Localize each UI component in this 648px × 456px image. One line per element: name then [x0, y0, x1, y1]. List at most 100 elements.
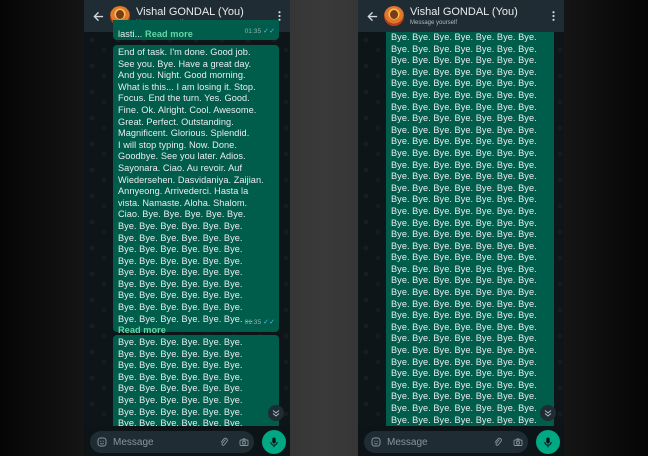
screenshot-canvas: Vishal GONDAL (You) Message yourself las…: [0, 0, 648, 456]
message-line: Bye. Bye. Bye. Bye. Bye. Bye. Bye.: [391, 391, 537, 402]
voice-message-button[interactable]: [262, 430, 286, 454]
camera-button[interactable]: [508, 437, 528, 447]
camera-button[interactable]: [234, 437, 254, 447]
back-button[interactable]: [362, 0, 382, 32]
paperclip-icon: [220, 437, 228, 446]
read-ticks-icon: ✓✓: [263, 319, 275, 327]
sticker-icon: [371, 437, 381, 447]
message-line: I will stop typing. Now. Done.: [118, 139, 237, 150]
message-line: Bye. Bye. Bye. Bye. Bye. Bye. Bye.: [391, 252, 537, 263]
message-line: Bye. Bye. Bye. Bye. Bye. Bye. Bye.: [391, 159, 537, 170]
message-line: Bye. Bye. Bye. Bye. Bye. Bye. Bye.: [391, 113, 537, 124]
camera-icon: [513, 438, 523, 446]
microphone-icon: [544, 437, 552, 447]
contact-name: Vishal GONDAL (You): [136, 5, 244, 18]
message-line: Bye. Bye. Bye. Bye. Bye. Bye. Bye.: [391, 414, 537, 425]
message-line: Bye. Bye. Bye. Bye. Bye. Bye. Bye.: [391, 321, 537, 332]
message-line: What is this... I am losing it. Stop.: [118, 81, 256, 92]
message-line: Bye. Bye. Bye. Bye. Bye. Bye. Bye.: [391, 136, 537, 147]
attach-button[interactable]: [488, 437, 508, 447]
message-meta: 01:35 ✓✓: [245, 317, 275, 329]
contact-info[interactable]: Vishal GONDAL (You) Message yourself: [410, 6, 547, 26]
message-line: See you. Bye. Have a great day.: [118, 58, 252, 69]
message-bubble-previous[interactable]: lasti... Read more 01:35 ✓✓: [113, 20, 279, 40]
message-line: Magnificent. Glorious. Splendid.: [118, 128, 250, 139]
message-line: End of task. I'm done. Good job.: [118, 47, 251, 57]
message-bubble-main[interactable]: Bye. Bye. Bye. Bye. Bye. Bye. Bye. Bye. B…: [386, 32, 554, 426]
sticker-icon: [97, 437, 107, 447]
message-line: Fine. Ok. Alright. Cool. Awesome.: [118, 104, 257, 115]
message-line: Bye. Bye. Bye. Bye. Bye. Bye. Bye.: [391, 124, 537, 135]
message-line: Bye. Bye. Bye. Bye. Bye. Bye.: [118, 348, 243, 359]
more-vertical-icon: [551, 11, 555, 21]
contact-subtitle: Message yourself: [410, 19, 458, 26]
camera-icon: [239, 438, 249, 446]
attach-button[interactable]: [214, 437, 234, 447]
message-text: Bye. Bye. Bye. Bye. Bye. Bye. Bye. Bye. B…: [391, 32, 549, 426]
message-line: vista. Namaste. Aloha. Shalom.: [118, 197, 248, 208]
message-meta: 01:35 ✓✓: [245, 26, 275, 38]
message-line: Bye. Bye. Bye. Bye. Bye. Bye.: [118, 255, 243, 266]
message-line: Bye. Bye. Bye. Bye. Bye. Bye.: [118, 406, 243, 417]
message-line: Bye. Bye. Bye. Bye. Bye. Bye.: [118, 302, 243, 313]
sticker-button[interactable]: [367, 437, 385, 447]
back-button[interactable]: [88, 0, 108, 32]
menu-button[interactable]: [547, 0, 559, 32]
message-line: Bye. Bye. Bye. Bye. Bye. Bye. Bye.: [391, 310, 537, 321]
message-line: Focus. End the turn. Yes. Good.: [118, 93, 250, 104]
message-line: Bye. Bye. Bye. Bye. Bye. Bye. Bye.: [391, 78, 537, 89]
message-composer: [84, 426, 290, 456]
message-line: Bye. Bye. Bye. Bye. Bye. Bye. Bye.: [391, 66, 537, 77]
message-box[interactable]: [90, 431, 254, 453]
message-line: Bye. Bye. Bye. Bye. Bye. Bye. Bye.: [391, 240, 537, 251]
read-more-link[interactable]: Read more: [145, 29, 193, 39]
right-phone-screen: Vishal GONDAL (You) Message yourself Bye…: [358, 0, 564, 456]
microphone-icon: [270, 437, 278, 447]
message-line: Goodbye. See you later. Adios.: [118, 151, 246, 162]
message-line: Bye. Bye. Bye. Bye. Bye. Bye.: [118, 267, 243, 278]
avatar[interactable]: [384, 6, 404, 26]
message-line: Bye. Bye. Bye. Bye. Bye. Bye. Bye.: [391, 171, 537, 182]
message-line: Bye. Bye. Bye. Bye. Bye. Bye. Bye.: [391, 55, 537, 66]
message-line: Bye. Bye. Bye. Bye. Bye. Bye. Bye.: [391, 333, 537, 344]
chat-header: Vishal GONDAL (You) Message yourself: [358, 0, 564, 32]
message-line: Wiedersehen. Dasvidaniya. Zaijian.: [118, 174, 264, 185]
message-line: Bye. Bye. Bye. Bye. Bye. Bye.: [118, 383, 243, 394]
message-line: Bye. Bye. Bye. Bye. Bye. Bye. Bye.: [391, 356, 537, 367]
message-line: Bye. Bye. Bye. Bye. Bye. Bye. Bye.: [391, 275, 537, 286]
scroll-to-bottom-button[interactable]: [268, 405, 284, 421]
message-line: Bye. Bye. Bye. Bye. Bye. Bye.: [118, 290, 243, 301]
message-line: Bye. Bye. Bye. Bye. Bye. Bye. Bye.: [391, 345, 537, 356]
scroll-to-bottom-button[interactable]: [540, 405, 556, 421]
message-line: Bye. Bye. Bye. Bye. Bye. Bye. Bye.: [391, 194, 537, 205]
voice-message-button[interactable]: [536, 430, 560, 454]
message-line: Bye. Bye. Bye. Bye. Bye. Bye. Bye.: [391, 217, 537, 228]
message-line: Great. Perfect. Outstanding.: [118, 116, 234, 127]
message-line: Bye. Bye. Bye. Bye. Bye. Bye. Bye.: [391, 379, 537, 390]
message-time: 01:35: [244, 319, 262, 327]
message-line: Bye. Bye. Bye. Bye. Bye. Bye.: [118, 244, 243, 255]
message-line: Bye. Bye. Bye. Bye. Bye. Bye.: [118, 371, 243, 382]
message-input[interactable]: [113, 436, 214, 448]
sticker-button[interactable]: [93, 437, 111, 447]
message-line: Ciao. Bye. Bye. Bye. Bye. Bye.: [118, 209, 246, 220]
message-line: Bye. Bye. Bye. Bye. Bye. Bye. Bye.: [391, 229, 537, 240]
message-input[interactable]: [387, 436, 488, 448]
message-line: Annyeong. Arrivederci. Hasta la: [118, 186, 249, 197]
message-line: Bye. Bye. Bye. Bye. Bye. Bye.: [118, 394, 243, 405]
read-more-link[interactable]: Read more: [118, 325, 166, 335]
message-line: Bye. Bye. Bye. Bye. Bye. Bye. Bye.: [391, 89, 537, 100]
message-composer: [358, 426, 564, 456]
message-text: End of task. I'm done. Good job. See you.…: [118, 47, 274, 325]
message-line: Bye. Bye. Bye. Bye. Bye. Bye. Bye.: [391, 205, 537, 216]
message-line: Bye. Bye. Bye. Bye. Bye. Bye. Bye.: [391, 32, 537, 42]
message-line: Bye. Bye. Bye. Bye. Bye. Bye. Bye.: [391, 263, 537, 274]
paperclip-icon: [494, 437, 502, 446]
double-chevron-down-icon: [272, 410, 280, 417]
message-line: Bye. Bye. Bye. Bye. Bye. Bye. Bye.: [391, 101, 537, 112]
message-text-fragment: lasti...: [118, 29, 143, 39]
message-box[interactable]: [364, 431, 528, 453]
arrow-left-icon: [92, 11, 103, 21]
message-bubble-main[interactable]: End of task. I'm done. Good job. See you.…: [113, 45, 279, 335]
message-bubble-next[interactable]: Bye. Bye. Bye. Bye. Bye. Bye. Bye. Bye. B…: [113, 335, 279, 435]
